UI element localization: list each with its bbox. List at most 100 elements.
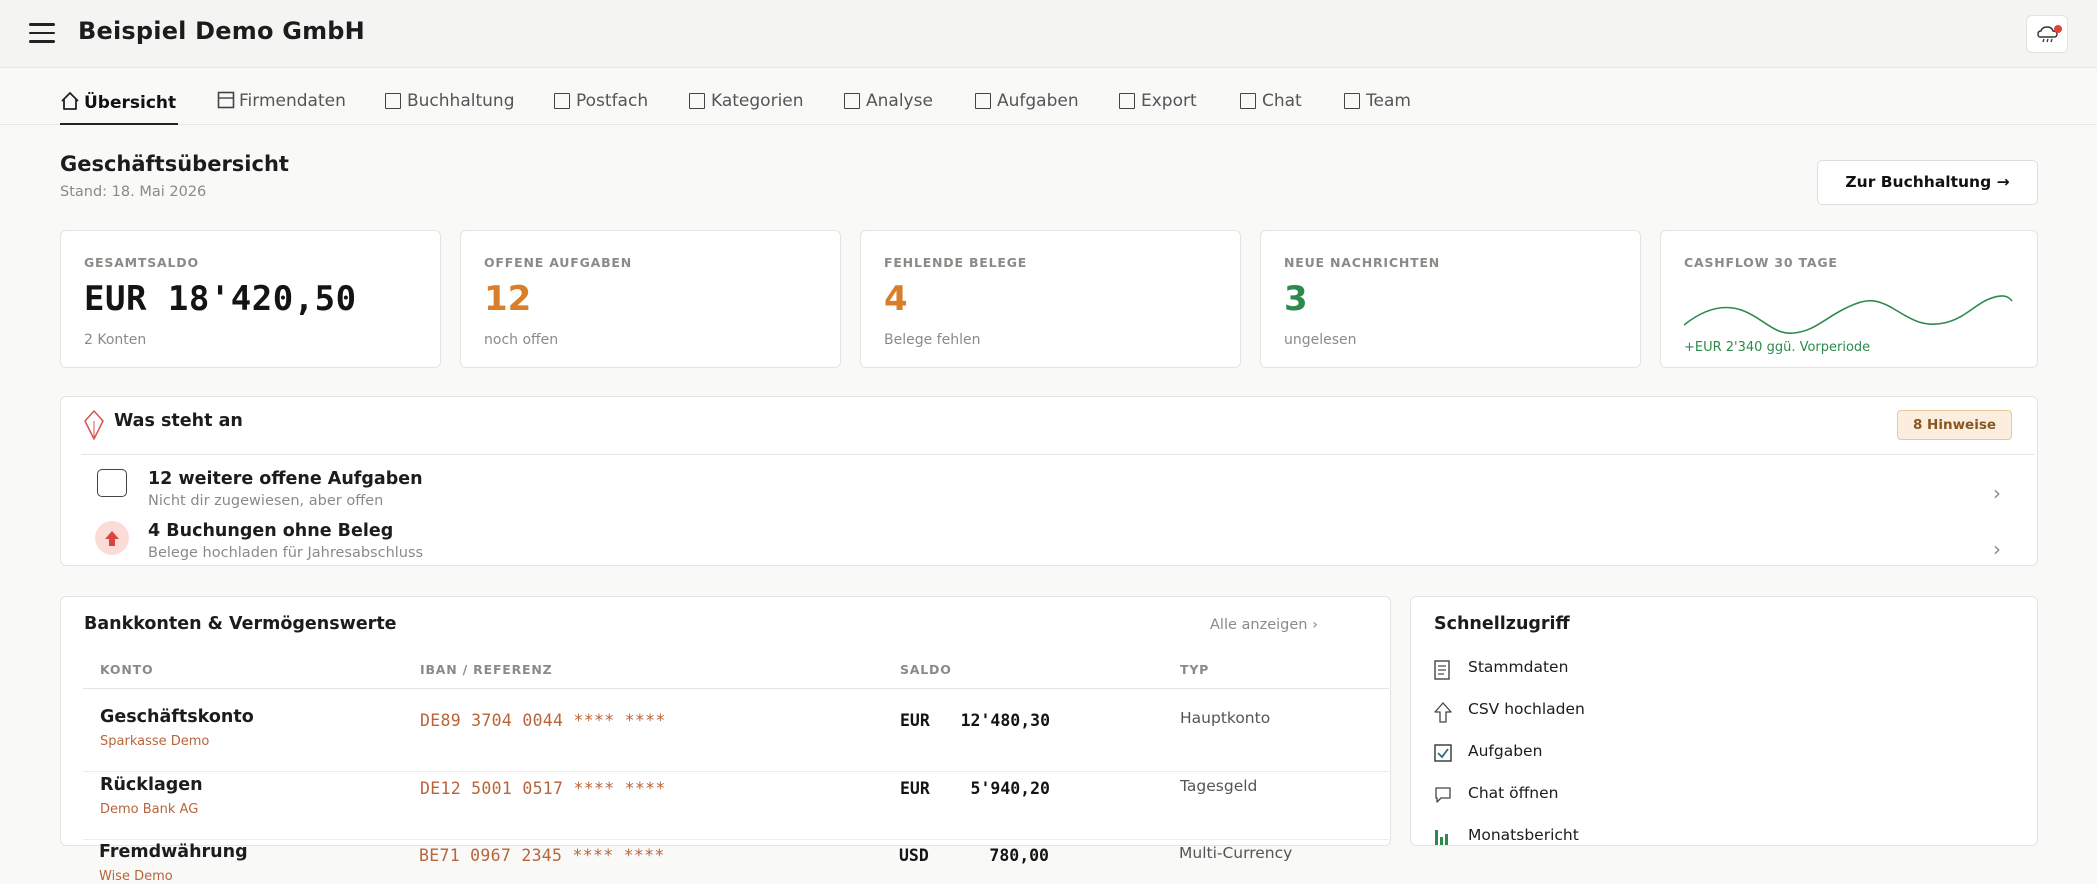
todo-item-subtitle: Belege hochladen für Jahresabschluss (148, 545, 424, 561)
account-name: Geschäftskonto (100, 707, 254, 727)
document-icon (217, 91, 235, 109)
account-name: Fremdwährung (99, 842, 248, 862)
checked-box-icon (1434, 744, 1452, 762)
tab-team[interactable]: Team (1344, 91, 1411, 125)
checkbox-icon (844, 93, 860, 109)
kpi-note: 2 Konten (84, 332, 147, 348)
quick-item-label: Aufgaben (1468, 742, 1543, 760)
tab-label: Export (1141, 91, 1197, 111)
hints-badge: 8 Hinweise (1897, 410, 2012, 440)
kpi-note: ungelesen (1284, 332, 1357, 348)
table-row[interactable]: Fremdwährung Wise Demo BE71 0967 2345 **… (60, 842, 1450, 884)
balance: 5'940,20 (970, 779, 1050, 798)
quick-item-label: Stammdaten (1468, 658, 1569, 676)
column-header: TYP (1180, 662, 1210, 677)
hamburger-icon[interactable] (29, 23, 55, 43)
kpi-value: 4 (884, 279, 908, 319)
currency: EUR (900, 711, 930, 730)
kpi-card-cashflow[interactable]: CASHFLOW 30 TAGE +EUR 2'340 ggü. Vorperi… (1660, 230, 2038, 368)
divider (83, 839, 1389, 840)
app-title: Beispiel Demo GmbH (78, 17, 365, 45)
show-all-link[interactable]: Alle anzeigen › (1210, 617, 1318, 633)
currency: USD (899, 846, 929, 865)
divider (83, 688, 1389, 689)
kpi-label: NEUE NACHRICHTEN (1284, 255, 1441, 270)
chevron-right-icon: › (1993, 481, 2001, 505)
todo-item-title: 4 Buchungen ohne Beleg (148, 521, 394, 541)
kpi-label: GESAMTSALDO (84, 255, 199, 270)
divider (81, 454, 2034, 455)
page-subtitle: Stand: 18. Mai 2026 (60, 184, 207, 200)
iban: DE12 5001 0517 **** **** (420, 779, 666, 798)
tab-postfach[interactable]: Postfach (554, 91, 648, 125)
iban: DE89 3704 0044 **** **** (420, 711, 666, 730)
bar-chart-icon (1435, 830, 1448, 845)
tab-buchhaltung[interactable]: Buchhaltung (385, 91, 514, 125)
todo-title: Was steht an (114, 411, 243, 431)
checkbox-icon (1240, 93, 1256, 109)
account-type: Tagesgeld (1180, 777, 1258, 795)
page-title: Geschäftsübersicht (60, 152, 289, 176)
account-type: Hauptkonto (1180, 709, 1271, 727)
kpi-card-new-messages[interactable]: NEUE NACHRICHTEN 3 ungelesen (1260, 230, 1641, 368)
kpi-value: EUR 18'420,50 (84, 279, 357, 319)
checkbox-icon (1119, 93, 1135, 109)
column-header: IBAN / REFERENZ (420, 662, 553, 677)
tab-label: Postfach (576, 91, 649, 111)
checkbox-icon (1344, 93, 1360, 109)
column-header: KONTO (100, 662, 154, 677)
quick-access-panel: Schnellzugriff Stammdaten CSV hochladen … (1410, 596, 2038, 846)
table-row[interactable]: Geschäftskonto Sparkasse Demo DE89 3704 … (61, 707, 1451, 775)
kpi-value: 12 (484, 279, 532, 319)
panel-title: Bankkonten & Vermögenswerte (84, 614, 397, 634)
account-name: Rücklagen (100, 775, 203, 795)
todo-item-open-tasks[interactable]: 12 weitere offene Aufgaben Nicht dir zug… (61, 469, 2097, 519)
quick-item-label: Monatsbericht (1468, 826, 1579, 844)
tab-aufgaben[interactable]: Aufgaben (975, 91, 1079, 125)
bank-name: Sparkasse Demo (100, 734, 210, 749)
todo-panel: Was steht an 8 Hinweise 12 weitere offen… (60, 396, 2038, 566)
tab-label: Kategorien (711, 91, 804, 111)
chevron-right-icon: › (1993, 537, 2001, 561)
checkbox-icon (975, 93, 991, 109)
bank-accounts-panel: Bankkonten & Vermögenswerte Alle anzeige… (60, 596, 1391, 846)
account-type: Multi-Currency (1179, 844, 1293, 862)
kpi-label: OFFENE AUFGABEN (484, 255, 633, 270)
panel-title: Schnellzugriff (1434, 614, 1570, 634)
divider (83, 771, 1389, 772)
tab-bar: Übersicht Firmendaten Buchhaltung Postfa… (0, 69, 2097, 125)
kpi-card-balance[interactable]: GESAMTSALDO EUR 18'420,50 2 Konten (60, 230, 441, 368)
kpi-label: CASHFLOW 30 TAGE (1684, 255, 1838, 270)
pin-icon (84, 410, 104, 440)
document-icon (1434, 660, 1450, 680)
tab-kategorien[interactable]: Kategorien (689, 91, 804, 125)
balance: 12'480,30 (960, 711, 1050, 730)
table-row[interactable]: Rücklagen Demo Bank AG DE12 5001 0517 **… (61, 775, 1451, 843)
tab-analyse[interactable]: Analyse (844, 91, 933, 125)
goto-accounting-button[interactable]: Zur Buchhaltung → (1817, 160, 2038, 205)
tab-export[interactable]: Export (1119, 91, 1197, 125)
bank-name: Wise Demo (99, 869, 173, 884)
checkbox-icon (689, 93, 705, 109)
cashflow-sparkline (1684, 295, 2013, 334)
tab-label: Analyse (866, 91, 933, 111)
quick-item-label: Chat öffnen (1468, 784, 1559, 802)
todo-item-missing-receipts[interactable]: 4 Buchungen ohne Beleg Belege hochladen … (61, 521, 2097, 571)
kpi-card-open-tasks[interactable]: OFFENE AUFGABEN 12 noch offen (460, 230, 841, 368)
checkbox-icon (385, 93, 401, 109)
upload-arrow-icon (1434, 702, 1452, 723)
kpi-note: +EUR 2'340 ggü. Vorperiode (1684, 340, 1871, 355)
tab-label: Team (1366, 91, 1411, 111)
quick-item-label: CSV hochladen (1468, 700, 1585, 718)
kpi-value: 3 (1284, 279, 1308, 319)
tab-firmendaten[interactable]: Firmendaten (217, 91, 346, 125)
top-bar: Beispiel Demo GmbH (0, 0, 2097, 68)
kpi-card-missing-receipts[interactable]: FEHLENDE BELEGE 4 Belege fehlen (860, 230, 1241, 368)
notification-button[interactable] (2026, 15, 2068, 53)
notification-dot (2054, 25, 2062, 33)
tab-uebersicht[interactable]: Übersicht (60, 91, 179, 125)
tab-chat[interactable]: Chat (1240, 91, 1302, 125)
checkbox-icon (554, 93, 570, 109)
todo-item-subtitle: Nicht dir zugewiesen, aber offen (148, 493, 384, 509)
home-icon (61, 92, 79, 110)
